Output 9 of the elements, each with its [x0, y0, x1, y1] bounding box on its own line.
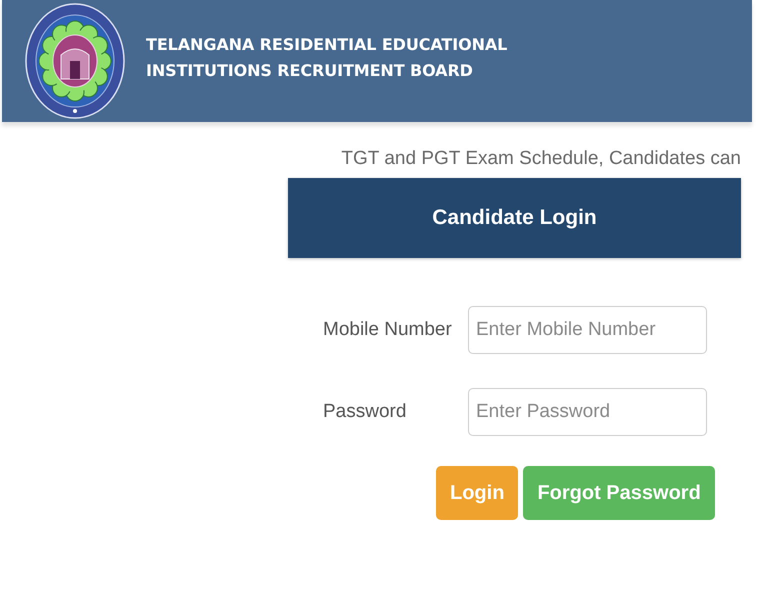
field-label: Password: [323, 401, 408, 423]
forgot-password-button[interactable]: Forgot Password: [523, 466, 715, 520]
login-button[interactable]: Login: [436, 466, 518, 520]
panel-title: Candidate Login: [432, 206, 597, 230]
board-title: TELANGANA RESIDENTIAL EDUCATIONAL INSTITUTIONS RECRUITMENT BOARD: [146, 34, 508, 82]
input-field[interactable]: Enter Mobile Number: [468, 306, 707, 354]
field-label: Mobile Number: [323, 319, 453, 341]
news-ticker-text: TGT and PGT Exam Schedule, Candidates can: [341, 147, 741, 171]
input-field[interactable]: Enter Password: [468, 388, 707, 436]
